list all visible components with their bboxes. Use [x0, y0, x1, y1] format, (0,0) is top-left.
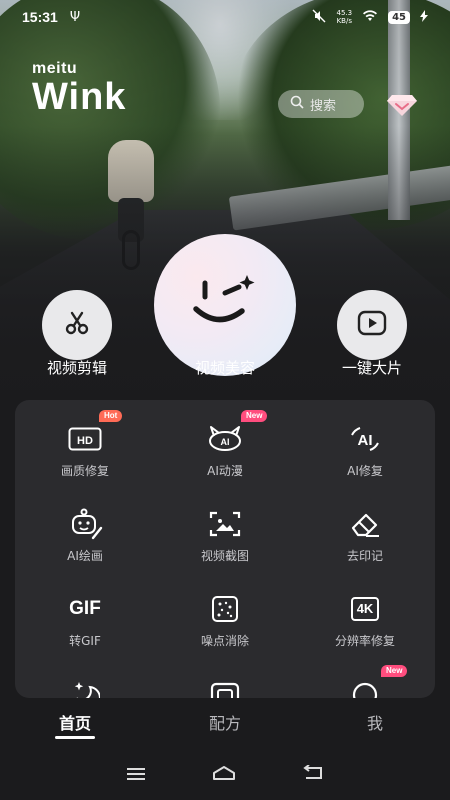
tool-label: 视频截图	[200, 549, 249, 563]
tool-to-gif[interactable]: GIF 转GIF	[15, 570, 155, 650]
search-icon	[290, 95, 304, 113]
tool-denoise[interactable]: 噪点消除	[155, 570, 295, 650]
hot-badge: Hot	[99, 410, 123, 422]
tool-quality-repair[interactable]: HD Hot 画质修复	[15, 400, 155, 480]
tool-label: 分辨率修复	[334, 634, 395, 648]
scissors-icon	[62, 308, 92, 342]
video-edit-label: 视频剪辑	[46, 359, 107, 377]
circle-icon: New	[345, 665, 408, 698]
status-time: 15:31	[22, 9, 58, 25]
one-click-film-label: 一键大片	[341, 359, 402, 377]
net-speed: 45.3 KB/s	[336, 9, 353, 25]
tool-label: 画质修复	[60, 464, 109, 478]
tool-sparkle-moon[interactable]	[15, 655, 155, 698]
tool-label: 转GIF	[69, 634, 101, 648]
tool-ai-repair[interactable]: AI AI修复	[295, 400, 435, 480]
search-bar[interactable]: 搜索	[278, 90, 364, 118]
app-logo: meitu Wink	[32, 60, 126, 116]
ai-anime-icon: AI New	[205, 410, 268, 456]
tab-recipes[interactable]: 配方	[150, 698, 300, 750]
usb-icon: Ψ	[69, 9, 81, 25]
tool-label: 噪点消除	[200, 634, 249, 648]
one-click-film-button[interactable]	[337, 290, 407, 360]
tool-label: AI绘画	[67, 549, 103, 563]
tool-video-screenshot[interactable]: 视频截图	[155, 485, 295, 565]
tab-home[interactable]: 首页	[0, 698, 150, 750]
eraser-icon	[345, 507, 385, 541]
svg-text:AI: AI	[358, 432, 373, 449]
tool-ai-paint[interactable]: AI绘画	[15, 485, 155, 565]
logo-wink: Wink	[32, 76, 127, 118]
tool-frame[interactable]	[155, 655, 295, 698]
wink-face-icon	[188, 273, 262, 337]
bottom-nav: 首页 配方 我	[0, 698, 450, 750]
svg-text:AI: AI	[221, 437, 230, 447]
tool-label: AI修复	[347, 464, 383, 478]
mute-icon	[312, 9, 326, 26]
menu-icon[interactable]	[126, 766, 146, 785]
tool-remove-watermark[interactable]: 去印记	[295, 485, 435, 565]
frame-icon	[205, 677, 245, 698]
system-nav-bar	[0, 750, 450, 800]
status-bar: 15:31 Ψ 45.3 KB/s 45	[0, 0, 450, 34]
tool-ai-anime[interactable]: AI New AI动漫	[155, 400, 295, 480]
tab-me[interactable]: 我	[300, 698, 450, 750]
hd-icon: HD Hot	[65, 410, 123, 456]
tool-label: 去印记	[346, 549, 383, 563]
4k-icon: 4K	[345, 592, 385, 626]
back-icon[interactable]	[302, 764, 324, 785]
svg-text:HD: HD	[77, 435, 93, 447]
new-badge: New	[241, 410, 268, 422]
sparkle-moon-icon	[65, 677, 105, 698]
video-beauty-label: 视频美容	[194, 359, 255, 377]
battery-level: 45	[388, 10, 410, 24]
tools-panel: HD Hot 画质修复 AI New AI动漫 AI AI修复 AI绘画 视频截…	[15, 400, 435, 698]
denoise-icon	[205, 592, 245, 626]
video-beauty-button[interactable]	[154, 234, 296, 376]
screenshot-icon	[205, 507, 245, 541]
charging-icon	[420, 9, 428, 25]
tool-label: AI动漫	[207, 464, 243, 478]
new-badge: New	[381, 665, 408, 677]
vip-diamond-icon[interactable]	[386, 92, 418, 118]
home-icon[interactable]	[212, 765, 236, 785]
ai-paint-icon	[65, 507, 105, 541]
ai-repair-icon: AI	[345, 422, 385, 456]
play-icon	[357, 310, 387, 340]
wifi-icon	[362, 9, 378, 25]
video-edit-button[interactable]	[42, 290, 112, 360]
gif-icon: GIF	[69, 598, 101, 619]
tool-circle[interactable]: New	[295, 655, 435, 698]
tool-resolution-repair[interactable]: 4K 分辨率修复	[295, 570, 435, 650]
search-placeholder: 搜索	[310, 98, 337, 114]
